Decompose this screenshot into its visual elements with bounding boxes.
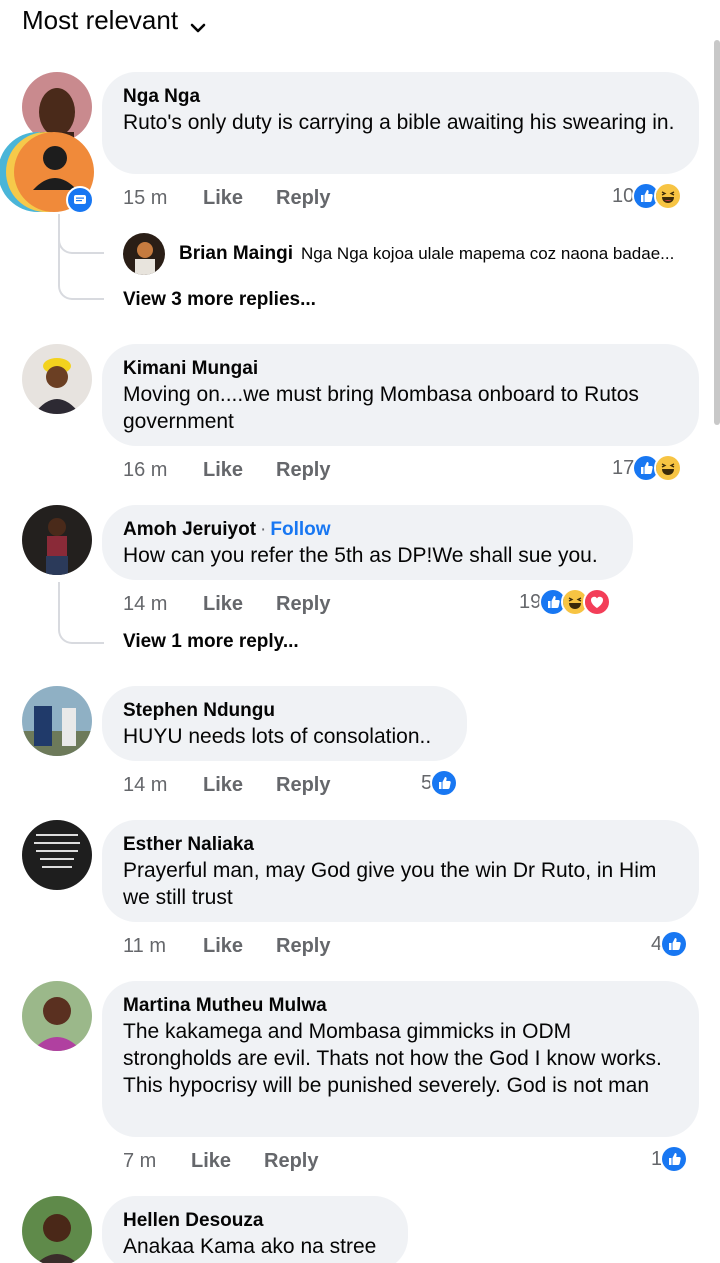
comment-bubble: Hellen Desouza Anakaa Kama ako na stree: [102, 1196, 408, 1263]
comment-actions: 15 m Like Reply: [123, 183, 330, 213]
comment-text: Prayerful man, may God give you the win …: [123, 859, 657, 909]
reaction-count: 17: [612, 456, 635, 479]
comment-text: HUYU needs lots of consolation..: [123, 725, 432, 748]
comment-bubble: Esther Naliaka Prayerful man, may God gi…: [102, 820, 699, 922]
comment-text: How can you refer the 5th as DP!We shall…: [123, 544, 598, 567]
reply-preview[interactable]: Brian Maingi Nga Nga kojoa ulale mapema …: [123, 233, 674, 275]
comment-text: Ruto's only duty is carrying a bible awa…: [123, 111, 675, 134]
reaction-summary[interactable]: 4: [651, 929, 689, 959]
chevron-down-icon: [190, 12, 206, 33]
like-button[interactable]: Like: [191, 1150, 264, 1173]
comment-actions: 11 m Like Reply: [123, 931, 330, 961]
comment-author[interactable]: Martina Mutheu Mulwa: [123, 993, 679, 1018]
like-icon: [660, 1145, 689, 1173]
comment-author-line: Amoh Jeruiyot · Follow: [123, 517, 613, 542]
like-button[interactable]: Like: [203, 593, 276, 616]
comment-bubble: Stephen Ndungu HUYU needs lots of consol…: [102, 686, 467, 761]
reply-text: Nga Nga kojoa ulale mapema coz naona bad…: [301, 244, 675, 263]
like-icon: [660, 930, 689, 958]
comment-text: Moving on....we must bring Mombasa onboa…: [123, 383, 639, 433]
comment-bubble: Kimani Mungai Moving on....we must bring…: [102, 344, 699, 446]
avatar[interactable]: [22, 820, 92, 890]
reaction-summary[interactable]: 5: [421, 768, 459, 798]
like-button[interactable]: Like: [203, 935, 276, 958]
like-button[interactable]: Like: [203, 774, 276, 797]
thread-connector: [58, 582, 104, 644]
reply-author[interactable]: Brian Maingi: [179, 243, 293, 265]
comment-bubble: Martina Mutheu Mulwa The kakamega and Mo…: [102, 981, 699, 1137]
reply-button[interactable]: Reply: [276, 593, 330, 616]
reply-button[interactable]: Reply: [276, 187, 330, 210]
comment-time[interactable]: 16 m: [123, 459, 203, 482]
comment-text: Anakaa Kama ako na stree: [123, 1235, 377, 1258]
comment-author[interactable]: Stephen Ndungu: [123, 698, 447, 723]
comment-author[interactable]: Hellen Desouza: [123, 1208, 388, 1233]
comment-actions: 14 m Like Reply: [123, 770, 330, 800]
thread-connector: [58, 218, 104, 254]
thread-connector: [58, 250, 104, 300]
reaction-count: 10: [612, 184, 635, 207]
reaction-count: 19: [519, 590, 542, 613]
reply-button[interactable]: Reply: [264, 1150, 318, 1173]
comment-bubble: Nga Nga Ruto's only duty is carrying a b…: [102, 72, 699, 174]
avatar[interactable]: [22, 981, 92, 1051]
scrollbar[interactable]: [714, 40, 720, 425]
view-more-replies[interactable]: View 1 more reply...: [123, 631, 299, 653]
avatar[interactable]: [123, 233, 165, 275]
reply-button[interactable]: Reply: [276, 935, 330, 958]
reaction-summary[interactable]: 17: [612, 453, 683, 483]
comment-time[interactable]: 14 m: [123, 774, 203, 797]
haha-icon: [654, 182, 683, 210]
reply-button[interactable]: Reply: [276, 774, 330, 797]
haha-icon: [654, 454, 683, 482]
comment-actions: 16 m Like Reply: [123, 455, 330, 485]
avatar[interactable]: [22, 1196, 92, 1263]
like-icon: [430, 769, 459, 797]
like-button[interactable]: Like: [203, 187, 276, 210]
reaction-summary[interactable]: 19: [519, 587, 612, 617]
view-more-replies[interactable]: View 3 more replies...: [123, 289, 316, 311]
like-button[interactable]: Like: [203, 459, 276, 482]
love-icon: [583, 588, 612, 616]
messenger-icon: [66, 186, 94, 214]
comment-time[interactable]: 11 m: [123, 935, 203, 958]
avatar[interactable]: [22, 686, 92, 756]
comment-actions: 7 m Like Reply: [123, 1146, 318, 1176]
comment-bubble: Amoh Jeruiyot · Follow How can you refer t…: [102, 505, 633, 580]
avatar[interactable]: [22, 344, 92, 414]
comment-author[interactable]: Nga Nga: [123, 84, 679, 109]
separator: ·: [260, 519, 267, 540]
reaction-summary[interactable]: 1: [651, 1144, 689, 1174]
reaction-summary[interactable]: 10: [612, 181, 683, 211]
comment-time[interactable]: 15 m: [123, 187, 203, 210]
comment-text: The kakamega and Mombasa gimmicks in ODM…: [123, 1020, 662, 1097]
comment-author[interactable]: Esther Naliaka: [123, 832, 679, 857]
reply-button[interactable]: Reply: [276, 459, 330, 482]
avatar[interactable]: [22, 505, 92, 575]
sort-dropdown[interactable]: Most relevant: [22, 4, 206, 36]
comment-time[interactable]: 14 m: [123, 593, 203, 616]
follow-button[interactable]: Follow: [270, 519, 330, 540]
sort-label: Most relevant: [22, 4, 179, 35]
comment-actions: 14 m Like Reply: [123, 589, 330, 619]
comment-author[interactable]: Amoh Jeruiyot: [123, 519, 256, 540]
comment-author[interactable]: Kimani Mungai: [123, 356, 679, 381]
comment-time[interactable]: 7 m: [123, 1150, 191, 1173]
